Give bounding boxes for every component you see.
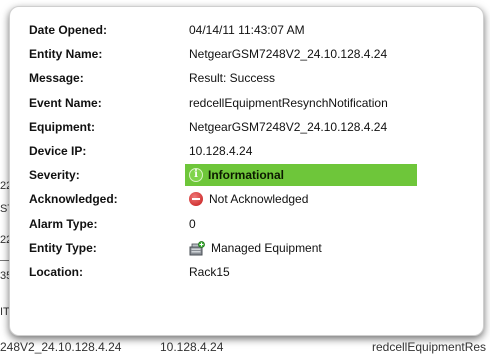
detail-value: 10.128.4.24 bbox=[189, 143, 253, 158]
details-list: Date Opened: 04/14/11 11:43:07 AM Entity… bbox=[29, 18, 473, 284]
detail-row-severity: Severity: Informational bbox=[29, 163, 473, 187]
detail-label: Alarm Type: bbox=[29, 216, 98, 231]
background-event-cell: redcellEquipmentRes bbox=[372, 340, 487, 354]
alarm-details-tooltip: Date Opened: 04/14/11 11:43:07 AM Entity… bbox=[9, 6, 484, 336]
detail-value: NetgearGSM7248V2_24.10.128.4.24 bbox=[189, 47, 388, 62]
detail-value: Result: Success bbox=[189, 71, 276, 86]
no-entry-icon bbox=[189, 192, 203, 207]
detail-value: NetgearGSM7248V2_24.10.128.4.24 bbox=[189, 119, 388, 134]
acknowledged-value: Not Acknowledged bbox=[209, 192, 309, 207]
detail-value: 0 bbox=[189, 216, 196, 231]
detail-value-container: Managed Equipment bbox=[189, 236, 322, 260]
detail-value: redcellEquipmentResynchNotification bbox=[189, 95, 388, 110]
background-entity-cell: 248V2_24.10.128.4.24 bbox=[0, 340, 122, 354]
detail-value-container: Not Acknowledged bbox=[189, 187, 308, 211]
background-table-row[interactable]: 248V2_24.10.128.4.24 10.128.4.24 redcell… bbox=[0, 340, 490, 355]
severity-badge: Informational bbox=[185, 164, 417, 187]
detail-row-message: Message: Result: Success bbox=[29, 66, 473, 90]
detail-label: Severity: bbox=[29, 168, 80, 183]
managed-equipment-icon bbox=[189, 240, 205, 256]
detail-row-acknowledged: Acknowledged: Not Acknowledged bbox=[29, 187, 473, 211]
detail-label: Location: bbox=[29, 264, 83, 279]
detail-row-location: Location: Rack15 bbox=[29, 260, 473, 284]
detail-row-event-name: Event Name: redcellEquipmentResynchNotif… bbox=[29, 91, 473, 115]
detail-row-equipment: Equipment: NetgearGSM7248V2_24.10.128.4.… bbox=[29, 115, 473, 139]
entity-type-value: Managed Equipment bbox=[211, 240, 322, 255]
severity-value: Informational bbox=[208, 168, 285, 183]
detail-label: Message: bbox=[29, 71, 84, 86]
detail-value: 04/14/11 11:43:07 AM bbox=[189, 23, 305, 37]
detail-row-date-opened: Date Opened: 04/14/11 11:43:07 AM bbox=[29, 18, 473, 42]
info-icon bbox=[189, 168, 203, 183]
detail-label: Event Name: bbox=[29, 95, 102, 110]
detail-label: Date Opened: bbox=[29, 23, 108, 37]
background-ip-cell: 10.128.4.24 bbox=[160, 340, 224, 354]
detail-value: Rack15 bbox=[189, 264, 230, 279]
detail-row-entity-name: Entity Name: NetgearGSM7248V2_24.10.128.… bbox=[29, 42, 473, 66]
detail-label: Entity Name: bbox=[29, 47, 103, 62]
detail-row-alarm-type: Alarm Type: 0 bbox=[29, 212, 473, 236]
detail-row-entity-type: Entity Type: Managed Equipment bbox=[29, 236, 473, 260]
detail-label: Equipment: bbox=[29, 119, 95, 134]
detail-label: Entity Type: bbox=[29, 240, 97, 255]
detail-label: Acknowledged: bbox=[29, 192, 118, 207]
detail-row-device-ip: Device IP: 10.128.4.24 bbox=[29, 139, 473, 163]
detail-label: Device IP: bbox=[29, 143, 87, 158]
